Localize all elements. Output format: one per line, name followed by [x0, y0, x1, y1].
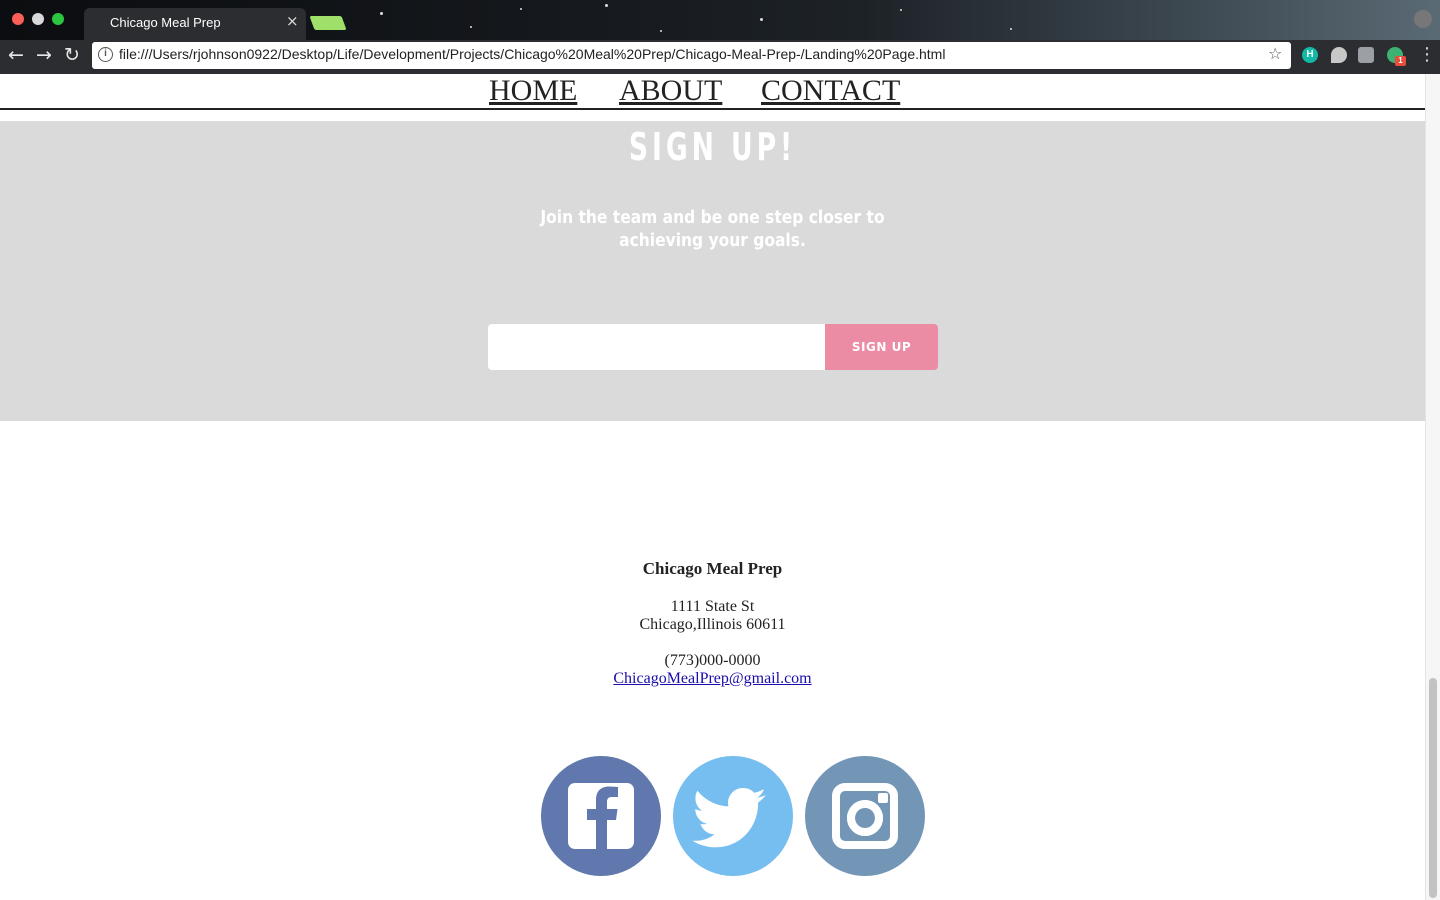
new-tab-button[interactable]: [309, 16, 347, 30]
maximize-window-button[interactable]: [52, 13, 64, 25]
footer-contact: Chicago Meal Prep 1111 State St Chicago,…: [0, 560, 1425, 688]
signup-title: SIGN UP!: [628, 125, 797, 169]
pin-extension-icon[interactable]: [1331, 47, 1347, 63]
back-icon[interactable]: ←: [8, 44, 24, 66]
facebook-icon: [568, 783, 634, 849]
info-icon[interactable]: i: [98, 47, 113, 62]
wrench-extension-icon[interactable]: [1358, 47, 1374, 63]
email-input[interactable]: [488, 324, 825, 370]
forward-icon[interactable]: →: [36, 44, 52, 66]
nav-contact-link[interactable]: CONTACT: [761, 74, 900, 108]
extension-badge: 1: [1395, 56, 1406, 66]
facebook-link[interactable]: [541, 756, 661, 876]
profile-icon[interactable]: [1414, 10, 1432, 28]
page-viewport: HOME ABOUT CONTACT SIGN UP! Join the tea…: [0, 74, 1425, 900]
footer-phone: (773)000-0000: [664, 652, 761, 669]
signup-button[interactable]: SIGN UP: [825, 324, 938, 370]
browser-menu-icon[interactable]: ⋮: [1418, 44, 1436, 65]
close-window-button[interactable]: [12, 13, 24, 25]
nav-home-link[interactable]: HOME: [489, 74, 577, 108]
top-nav: HOME ABOUT CONTACT: [0, 74, 1425, 110]
footer-address-line1: 1111 State St: [670, 598, 755, 615]
bookmark-star-icon[interactable]: ☆: [1268, 44, 1282, 63]
twitter-link[interactable]: [673, 756, 793, 876]
url-text[interactable]: file:///Users/rjohnson0922/Desktop/Life/…: [119, 46, 945, 62]
twitter-icon: [692, 788, 766, 848]
h-extension-icon[interactable]: H: [1302, 47, 1318, 63]
signup-subtitle: Join the team and be one step closer to …: [540, 207, 885, 251]
scrollbar-thumb[interactable]: [1429, 678, 1437, 898]
instagram-icon: [832, 783, 898, 849]
minimize-window-button[interactable]: [32, 13, 44, 25]
tab-title: Chicago Meal Prep: [110, 15, 221, 30]
reload-icon[interactable]: ↻: [64, 44, 80, 66]
tab-close-icon[interactable]: ×: [286, 12, 299, 30]
instagram-link[interactable]: [805, 756, 925, 876]
nav-about-link[interactable]: ABOUT: [619, 74, 722, 108]
footer-address-line2: Chicago,Illinois 60611: [639, 616, 786, 633]
footer-company-name: Chicago Meal Prep: [642, 559, 783, 578]
signup-section: SIGN UP! Join the team and be one step c…: [0, 121, 1425, 421]
footer-email-link[interactable]: ChicagoMealPrep@gmail.com: [613, 670, 811, 687]
